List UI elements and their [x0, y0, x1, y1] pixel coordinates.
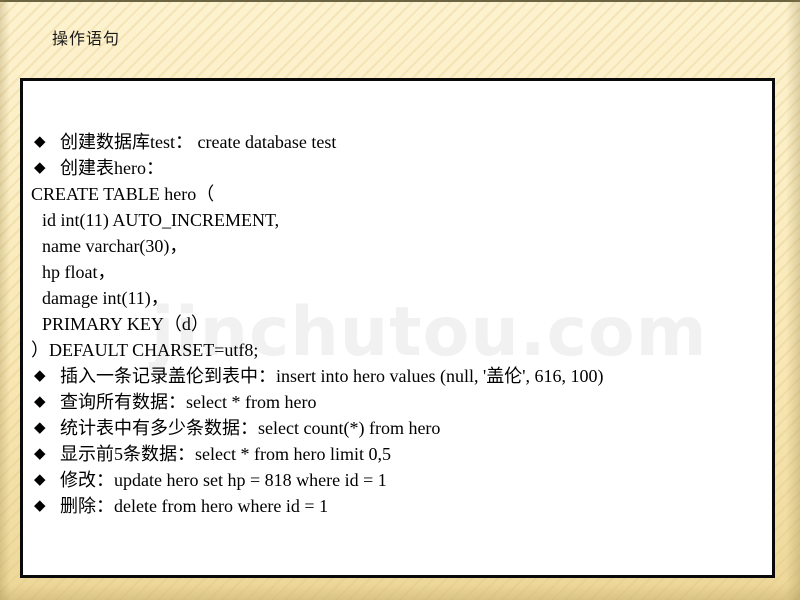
- content-line-ddl-create: CREATE TABLE hero（: [31, 184, 215, 204]
- slide-right-edge-shade: [786, 0, 800, 600]
- content-line-ddl-damage: damage int(11)，: [42, 288, 169, 308]
- content-line-ddl-charset: ）DEFAULT CHARSET=utf8;: [31, 340, 259, 360]
- content-line-ddl-name: name varchar(30)，: [42, 236, 188, 256]
- slide: 操作语句 jinchutou.com 创建数据库test： create dat…: [0, 0, 800, 600]
- content-line-create-database: 创建数据库test： create database test: [30, 129, 772, 155]
- content-line-update-row: 修改：update hero set hp = 818 where id = 1: [30, 467, 772, 493]
- slide-bottom-edge-shade: [0, 584, 800, 600]
- content-line-insert-row: 插入一条记录盖伦到表中：insert into hero values (nul…: [30, 363, 772, 389]
- content-line-ddl-id: id int(11) AUTO_INCREMENT,: [42, 210, 280, 230]
- content-line-ddl-primary-key: PRIMARY KEY（d）: [42, 314, 209, 334]
- slide-title: 操作语句: [52, 29, 121, 48]
- content-line-ddl-hp: hp float，: [42, 262, 116, 282]
- content-line-count-rows: 统计表中有多少条数据：select count(*) from hero: [30, 415, 772, 441]
- content-frame: jinchutou.com 创建数据库test： create database…: [20, 78, 775, 578]
- slide-top-rule: [0, 0, 800, 2]
- content-line-list: 创建数据库test： create database test 创建表hero：…: [30, 129, 772, 519]
- content-line-select-all: 查询所有数据：select * from hero: [30, 389, 772, 415]
- slide-left-edge-shade: [0, 0, 10, 600]
- content-line-limit-five: 显示前5条数据：select * from hero limit 0,5: [30, 441, 772, 467]
- content-line-create-table-head: 创建表hero：: [30, 155, 772, 181]
- content-line-delete-row: 删除：delete from hero where id = 1: [30, 493, 772, 519]
